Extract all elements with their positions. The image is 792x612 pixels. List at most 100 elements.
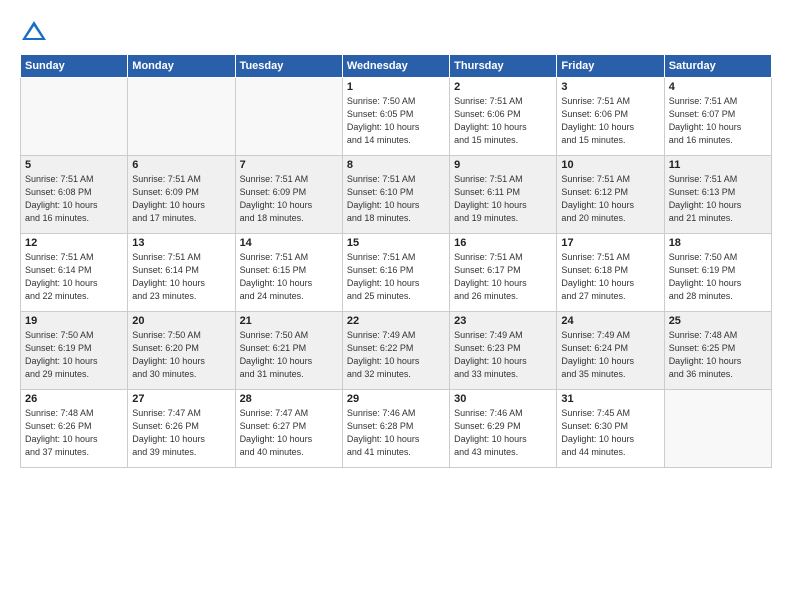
day-cell: 19 Sunrise: 7:50 AM Sunset: 6:19 PM Dayli… (21, 312, 128, 390)
week-row-1: 1Sunrise: 7:50 AM Sunset: 6:05 PM Daylig… (21, 78, 772, 156)
day-number: 7 (240, 159, 338, 171)
day-cell (128, 78, 235, 156)
week-row-5: 26 Sunrise: 7:48 AM Sunset: 6:26 PM Dayli… (21, 390, 772, 468)
day-number: 17 (561, 237, 659, 249)
day-number: 13 (132, 237, 230, 249)
day-number: 6 (132, 159, 230, 171)
day-cell: 16Sunrise: 7:51 AM Sunset: 6:17 PM Dayli… (450, 234, 557, 312)
day-cell: 12 Sunrise: 7:51 AM Sunset: 6:14 PM Dayli… (21, 234, 128, 312)
day-info: Sunrise: 7:45 AM Sunset: 6:30 PM Dayligh… (561, 407, 659, 459)
day-cell (664, 390, 771, 468)
day-info: Sunrise: 7:50 AM Sunset: 6:19 PM Dayligh… (25, 329, 123, 381)
day-cell: 27Sunrise: 7:47 AM Sunset: 6:26 PM Dayli… (128, 390, 235, 468)
day-info: Sunrise: 7:50 AM Sunset: 6:19 PM Dayligh… (669, 251, 767, 303)
day-cell: 29 Sunrise: 7:46 AM Sunset: 6:28 PM Dayli… (342, 390, 449, 468)
weekday-saturday: Saturday (664, 55, 771, 78)
day-cell (235, 78, 342, 156)
day-number: 25 (669, 315, 767, 327)
day-cell: 7Sunrise: 7:51 AM Sunset: 6:09 PM Daylig… (235, 156, 342, 234)
day-number: 8 (347, 159, 445, 171)
day-info: Sunrise: 7:51 AM Sunset: 6:08 PM Dayligh… (25, 173, 123, 225)
day-cell: 23 Sunrise: 7:49 AM Sunset: 6:23 PM Dayli… (450, 312, 557, 390)
day-number: 12 (25, 237, 123, 249)
day-info: Sunrise: 7:51 AM Sunset: 6:16 PM Dayligh… (347, 251, 445, 303)
weekday-friday: Friday (557, 55, 664, 78)
day-info: Sunrise: 7:51 AM Sunset: 6:14 PM Dayligh… (132, 251, 230, 303)
day-cell: 8 Sunrise: 7:51 AM Sunset: 6:10 PM Daylig… (342, 156, 449, 234)
day-info: Sunrise: 7:51 AM Sunset: 6:15 PM Dayligh… (240, 251, 338, 303)
day-cell: 4 Sunrise: 7:51 AM Sunset: 6:07 PM Daylig… (664, 78, 771, 156)
day-info: Sunrise: 7:46 AM Sunset: 6:29 PM Dayligh… (454, 407, 552, 459)
day-cell: 6Sunrise: 7:51 AM Sunset: 6:09 PM Daylig… (128, 156, 235, 234)
day-cell: 26 Sunrise: 7:48 AM Sunset: 6:26 PM Dayli… (21, 390, 128, 468)
day-info: Sunrise: 7:50 AM Sunset: 6:20 PM Dayligh… (132, 329, 230, 381)
day-number: 24 (561, 315, 659, 327)
day-number: 1 (347, 81, 445, 93)
day-cell: 13 Sunrise: 7:51 AM Sunset: 6:14 PM Dayli… (128, 234, 235, 312)
day-cell: 10 Sunrise: 7:51 AM Sunset: 6:12 PM Dayli… (557, 156, 664, 234)
day-cell: 30 Sunrise: 7:46 AM Sunset: 6:29 PM Dayli… (450, 390, 557, 468)
weekday-monday: Monday (128, 55, 235, 78)
day-number: 31 (561, 393, 659, 405)
logo-icon (20, 18, 48, 46)
day-info: Sunrise: 7:48 AM Sunset: 6:26 PM Dayligh… (25, 407, 123, 459)
day-cell: 28 Sunrise: 7:47 AM Sunset: 6:27 PM Dayli… (235, 390, 342, 468)
week-row-4: 19 Sunrise: 7:50 AM Sunset: 6:19 PM Dayli… (21, 312, 772, 390)
day-info: Sunrise: 7:51 AM Sunset: 6:11 PM Dayligh… (454, 173, 552, 225)
day-number: 23 (454, 315, 552, 327)
weekday-tuesday: Tuesday (235, 55, 342, 78)
calendar-table: SundayMondayTuesdayWednesdayThursdayFrid… (20, 54, 772, 468)
day-cell: 11Sunrise: 7:51 AM Sunset: 6:13 PM Dayli… (664, 156, 771, 234)
day-number: 16 (454, 237, 552, 249)
day-info: Sunrise: 7:47 AM Sunset: 6:26 PM Dayligh… (132, 407, 230, 459)
day-cell: 25 Sunrise: 7:48 AM Sunset: 6:25 PM Dayli… (664, 312, 771, 390)
day-number: 9 (454, 159, 552, 171)
day-number: 29 (347, 393, 445, 405)
day-cell: 5 Sunrise: 7:51 AM Sunset: 6:08 PM Daylig… (21, 156, 128, 234)
day-cell: 31 Sunrise: 7:45 AM Sunset: 6:30 PM Dayli… (557, 390, 664, 468)
day-cell: 20 Sunrise: 7:50 AM Sunset: 6:20 PM Dayli… (128, 312, 235, 390)
day-cell: 21 Sunrise: 7:50 AM Sunset: 6:21 PM Dayli… (235, 312, 342, 390)
day-number: 14 (240, 237, 338, 249)
week-row-3: 12 Sunrise: 7:51 AM Sunset: 6:14 PM Dayli… (21, 234, 772, 312)
day-info: Sunrise: 7:50 AM Sunset: 6:21 PM Dayligh… (240, 329, 338, 381)
day-info: Sunrise: 7:46 AM Sunset: 6:28 PM Dayligh… (347, 407, 445, 459)
day-number: 22 (347, 315, 445, 327)
day-number: 5 (25, 159, 123, 171)
day-number: 28 (240, 393, 338, 405)
day-number: 21 (240, 315, 338, 327)
day-cell (21, 78, 128, 156)
day-cell: 22Sunrise: 7:49 AM Sunset: 6:22 PM Dayli… (342, 312, 449, 390)
day-info: Sunrise: 7:47 AM Sunset: 6:27 PM Dayligh… (240, 407, 338, 459)
day-cell: 9 Sunrise: 7:51 AM Sunset: 6:11 PM Daylig… (450, 156, 557, 234)
week-row-2: 5 Sunrise: 7:51 AM Sunset: 6:08 PM Daylig… (21, 156, 772, 234)
day-info: Sunrise: 7:51 AM Sunset: 6:18 PM Dayligh… (561, 251, 659, 303)
day-cell: 14 Sunrise: 7:51 AM Sunset: 6:15 PM Dayli… (235, 234, 342, 312)
day-info: Sunrise: 7:51 AM Sunset: 6:13 PM Dayligh… (669, 173, 767, 225)
day-number: 10 (561, 159, 659, 171)
day-number: 4 (669, 81, 767, 93)
day-number: 30 (454, 393, 552, 405)
day-info: Sunrise: 7:51 AM Sunset: 6:10 PM Dayligh… (347, 173, 445, 225)
day-info: Sunrise: 7:51 AM Sunset: 6:06 PM Dayligh… (561, 95, 659, 147)
day-number: 15 (347, 237, 445, 249)
day-info: Sunrise: 7:49 AM Sunset: 6:23 PM Dayligh… (454, 329, 552, 381)
logo (20, 18, 52, 46)
day-cell: 24 Sunrise: 7:49 AM Sunset: 6:24 PM Dayli… (557, 312, 664, 390)
day-info: Sunrise: 7:49 AM Sunset: 6:24 PM Dayligh… (561, 329, 659, 381)
day-number: 3 (561, 81, 659, 93)
day-number: 19 (25, 315, 123, 327)
header (20, 18, 772, 46)
day-info: Sunrise: 7:51 AM Sunset: 6:12 PM Dayligh… (561, 173, 659, 225)
weekday-thursday: Thursday (450, 55, 557, 78)
weekday-wednesday: Wednesday (342, 55, 449, 78)
day-number: 20 (132, 315, 230, 327)
day-number: 26 (25, 393, 123, 405)
day-info: Sunrise: 7:51 AM Sunset: 6:07 PM Dayligh… (669, 95, 767, 147)
day-info: Sunrise: 7:51 AM Sunset: 6:14 PM Dayligh… (25, 251, 123, 303)
day-info: Sunrise: 7:51 AM Sunset: 6:06 PM Dayligh… (454, 95, 552, 147)
day-cell: 17 Sunrise: 7:51 AM Sunset: 6:18 PM Dayli… (557, 234, 664, 312)
day-cell: 1Sunrise: 7:50 AM Sunset: 6:05 PM Daylig… (342, 78, 449, 156)
day-info: Sunrise: 7:48 AM Sunset: 6:25 PM Dayligh… (669, 329, 767, 381)
weekday-sunday: Sunday (21, 55, 128, 78)
